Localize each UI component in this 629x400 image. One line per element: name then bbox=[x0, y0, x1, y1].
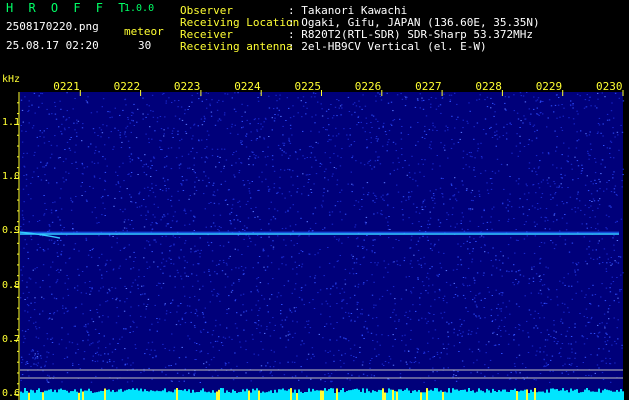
y-tick-label: 0.8 bbox=[2, 279, 21, 291]
spectrogram-svg bbox=[14, 90, 625, 400]
x-tick-label: 0221 bbox=[53, 80, 80, 93]
header-panel: H R O F F T 1.0.0 2508170220.png meteor … bbox=[0, 0, 629, 78]
y-tick-label: 0.7 bbox=[2, 333, 21, 345]
x-tick-label: 0223 bbox=[173, 80, 201, 93]
antenna-value: : 2el-HB9CV Vertical (el. E-W) bbox=[288, 40, 487, 53]
x-tick-label: 0228 bbox=[475, 80, 502, 93]
y-tick-label: 1.1 bbox=[2, 117, 21, 129]
y-tick-label: 0.6 bbox=[2, 387, 21, 399]
file-name: 2508170220.png bbox=[6, 20, 99, 33]
y-unit-label: kHz bbox=[2, 74, 21, 85]
x-tick-label: 0226 bbox=[354, 80, 382, 93]
x-tick-label: 0224 bbox=[234, 80, 261, 93]
app-version: 1.0.0 bbox=[124, 3, 155, 14]
x-tick-label: 0227 bbox=[415, 80, 442, 93]
antenna-label: Receiving antenna bbox=[180, 40, 293, 53]
x-tick-label: 0230 bbox=[596, 80, 623, 93]
x-tick-label: 0222 bbox=[113, 80, 141, 93]
y-tick-label: 1.0 bbox=[2, 171, 21, 183]
spectrogram-plot: kHz 0221 0222 0223 0224 0225 0226 0227 0228 0229… bbox=[0, 74, 629, 400]
x-tick-label: 0229 bbox=[535, 80, 563, 93]
meteor-count: 30 bbox=[138, 39, 152, 52]
mode-label: meteor bbox=[124, 25, 164, 38]
datetime: 25.08.17 02:20 bbox=[6, 39, 99, 52]
x-tick-label: 0225 bbox=[294, 80, 322, 93]
plot-area bbox=[20, 92, 623, 400]
y-tick-label: 0.9 bbox=[2, 225, 21, 237]
app-title: H R O F F T bbox=[6, 1, 130, 15]
